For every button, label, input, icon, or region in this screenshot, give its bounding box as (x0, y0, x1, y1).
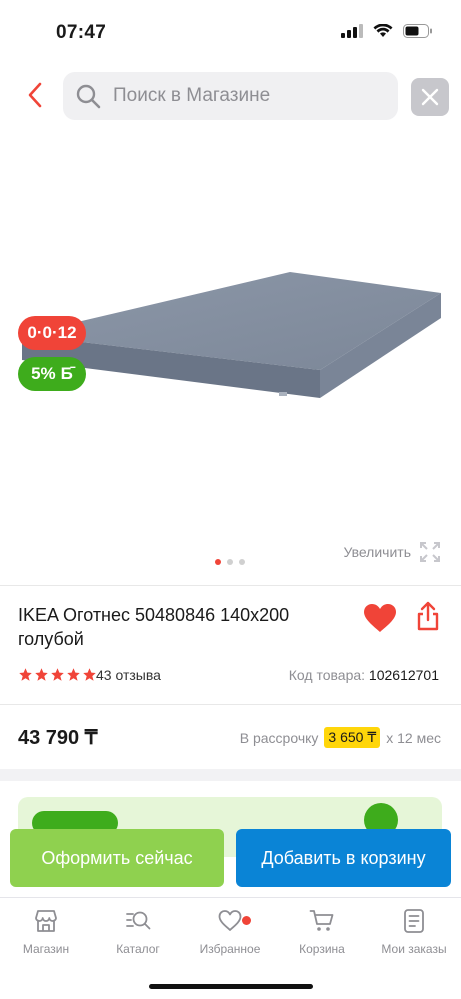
search-icon (76, 84, 101, 109)
divider (0, 704, 461, 705)
orders-icon (404, 909, 424, 933)
chevron-left-icon (28, 82, 42, 108)
star-icon (67, 668, 80, 681)
section-spacer (0, 769, 461, 781)
heart-filled-icon (364, 604, 396, 632)
status-icons (341, 24, 433, 38)
notification-dot (242, 916, 251, 925)
cart-icon (309, 910, 334, 931)
signal-icon (341, 24, 363, 38)
star-icon (19, 668, 32, 681)
tab-orders[interactable]: Мои заказы (368, 908, 460, 956)
expand-icon (420, 542, 440, 562)
back-button[interactable] (20, 80, 50, 110)
tab-label: Каталог (116, 942, 160, 956)
star-icon (35, 668, 48, 681)
installment-info[interactable]: В рассрочку 3 650 ₸ х 12 мес (240, 727, 441, 748)
zoom-label: Увеличить (343, 544, 411, 560)
close-icon (421, 88, 439, 106)
battery-icon (403, 24, 432, 38)
gallery-pagination (215, 559, 245, 565)
page-dot[interactable] (215, 559, 221, 565)
rating-stars[interactable] (18, 667, 97, 682)
tab-label: Мои заказы (381, 942, 447, 956)
installment-term: х 12 мес (386, 729, 441, 746)
tab-cart[interactable]: Корзина (276, 908, 368, 956)
sku-label: Код товара: (288, 667, 366, 683)
cashback-value: 5% (31, 364, 56, 383)
zoom-button[interactable]: Увеличить (343, 541, 441, 563)
page-dot[interactable] (239, 559, 245, 565)
product-price: 43 790 ₸ (18, 727, 98, 749)
tab-favorites[interactable]: Избранное (184, 908, 276, 956)
divider (0, 585, 461, 586)
installment-amount: 3 650 ₸ (324, 727, 381, 748)
bonus-icon: Б̄ (60, 364, 73, 383)
close-button[interactable] (411, 78, 449, 116)
page-dot[interactable] (227, 559, 233, 565)
reviews-link[interactable]: 43 отзыва (96, 667, 161, 683)
star-icon (83, 668, 96, 681)
cashback-badge: 5% Б̄ (18, 357, 86, 391)
tab-label: Магазин (22, 942, 70, 956)
favorite-button[interactable] (362, 602, 398, 634)
tab-label: Корзина (299, 942, 345, 956)
tab-label: Избранное (199, 942, 261, 956)
status-time: 07:47 (56, 22, 107, 43)
sku-info: Код товара: 102612701 (289, 667, 439, 683)
tab-store[interactable]: Магазин (0, 908, 92, 956)
catalog-search-icon (126, 911, 151, 930)
star-icon (51, 668, 64, 681)
wifi-icon (373, 24, 393, 37)
home-indicator (149, 984, 313, 989)
timer-badge: 0·0·12 (18, 316, 86, 350)
heart-icon (218, 910, 242, 931)
sku-value: 102612701 (368, 667, 439, 683)
search-input[interactable]: Поиск в Магазине (63, 72, 398, 120)
search-placeholder: Поиск в Магазине (113, 85, 271, 106)
product-title: IKEA Оготнес 50480846 140x200 голубой (18, 605, 290, 649)
buy-now-button[interactable]: Оформить сейчас (10, 829, 224, 887)
add-to-cart-button[interactable]: Добавить в корзину (236, 829, 451, 887)
share-button[interactable] (414, 600, 442, 632)
store-icon (35, 910, 57, 932)
tab-catalog[interactable]: Каталог (92, 908, 184, 956)
share-icon (417, 601, 439, 631)
installment-label: В рассрочку (239, 729, 319, 746)
